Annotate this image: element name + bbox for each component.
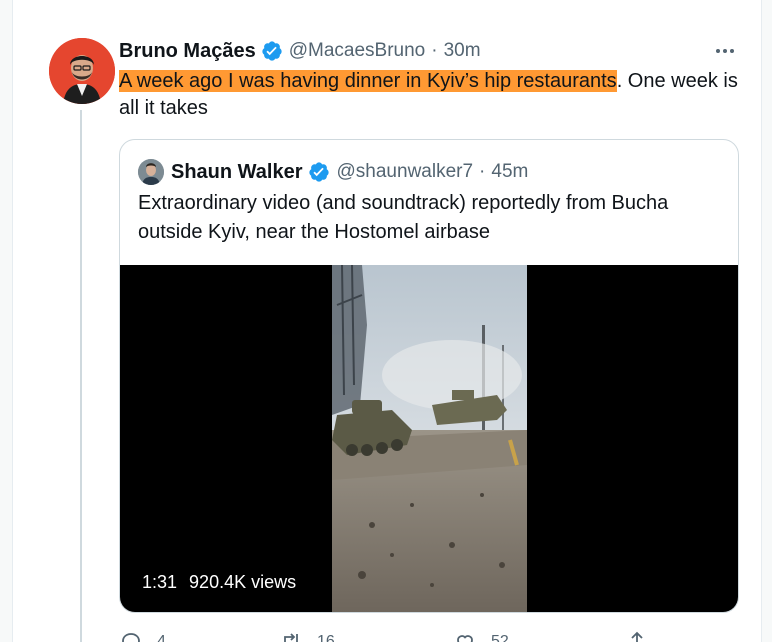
quoted-tweet-time[interactable]: 45m — [491, 161, 528, 183]
verified-badge-icon — [308, 162, 329, 182]
quoted-author-name[interactable]: Shaun Walker — [171, 161, 303, 184]
quoted-tweet-header: Shaun Walker @shaunwalker7 · 45m — [138, 158, 528, 186]
video-player[interactable]: 1:31 920.4K views — [120, 265, 738, 612]
more-options-icon[interactable] — [707, 38, 743, 64]
thread-line — [80, 110, 82, 642]
video-info: 1:31 920.4K views — [142, 572, 296, 593]
reply-button[interactable]: 4 — [119, 630, 166, 642]
like-count: 52 — [491, 633, 509, 642]
tweet-text: A week ago I was having dinner in Kyiv’s… — [119, 68, 749, 122]
reply-icon — [122, 633, 140, 642]
video-views: 920.4K views — [189, 572, 297, 592]
author-handle[interactable]: @MacaesBruno — [289, 40, 426, 62]
separator-dot: · — [431, 40, 438, 61]
like-button[interactable]: 52 — [453, 630, 509, 642]
quoted-avatar[interactable] — [138, 159, 164, 185]
retweet-count: 16 — [317, 633, 335, 642]
share-button[interactable] — [625, 630, 663, 642]
retweet-icon — [284, 633, 298, 642]
tweet-header: Bruno Maçães @MacaesBruno · 30m — [119, 38, 481, 64]
tweet-card[interactable]: Bruno Maçães @MacaesBruno · 30m A week a… — [12, 0, 762, 642]
quoted-tweet-text: Extraordinary video (and soundtrack) rep… — [138, 192, 669, 243]
highlighted-text: A week ago I was having dinner in Kyiv’s… — [119, 70, 617, 92]
video-duration: 1:31 — [142, 572, 178, 592]
quoted-author-handle[interactable]: @shaunwalker7 — [337, 161, 474, 183]
share-icon — [631, 631, 643, 642]
retweet-button[interactable]: 16 — [279, 630, 335, 642]
quoted-tweet[interactable]: Shaun Walker @shaunwalker7 · 45m Extraor… — [119, 139, 739, 613]
reply-count: 4 — [157, 633, 166, 642]
verified-badge-icon — [262, 41, 282, 61]
video-frame — [332, 265, 527, 612]
avatar[interactable] — [49, 38, 115, 104]
like-icon — [457, 635, 473, 642]
tweet-time[interactable]: 30m — [444, 40, 481, 62]
author-name[interactable]: Bruno Maçães — [119, 40, 256, 63]
separator-dot: · — [479, 161, 486, 182]
